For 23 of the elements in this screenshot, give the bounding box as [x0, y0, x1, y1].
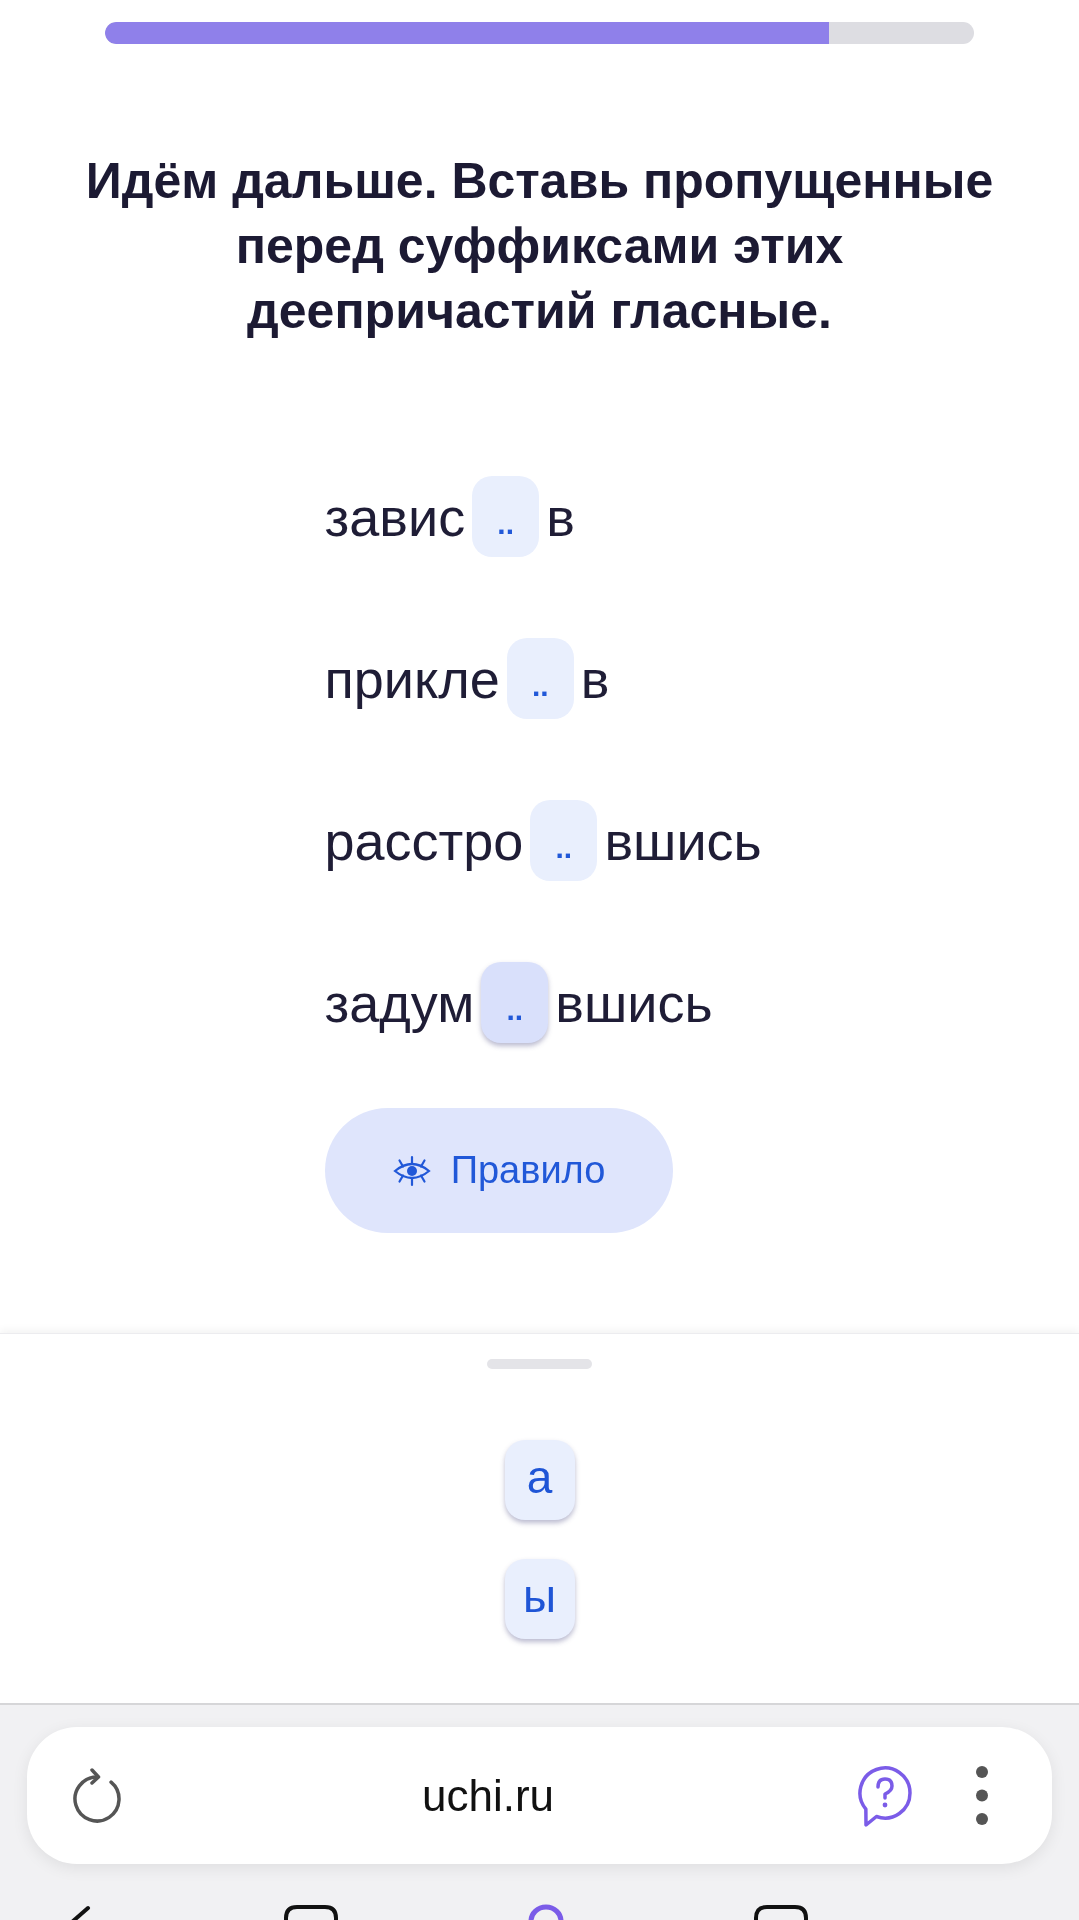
answer-box[interactable]: ..	[506, 638, 574, 719]
eye-icon	[391, 1154, 432, 1187]
answer-box[interactable]: ..	[472, 476, 540, 557]
letter-button[interactable]: а	[504, 1440, 575, 1520]
answer-box[interactable]: ..	[481, 962, 549, 1043]
address-bar[interactable]: uchi.ru	[27, 1727, 1052, 1864]
url-text[interactable]: uchi.ru	[123, 1770, 853, 1821]
rule-button[interactable]: Правило	[324, 1108, 673, 1233]
word-stem: задум	[324, 971, 475, 1035]
word-stem: завис	[324, 485, 466, 549]
word-stem: прикле	[324, 647, 500, 711]
word-ending: в	[546, 485, 575, 549]
menu-icon[interactable]	[975, 1765, 989, 1826]
letter-button[interactable]: ы	[504, 1559, 575, 1639]
answer-box[interactable]: ..	[530, 800, 598, 881]
reload-icon[interactable]	[71, 1766, 123, 1825]
word-ending: вшись	[555, 971, 713, 1035]
task-title: Идём дальше. Вставь пропущенные перед суффиксами этих деепричастий гласные.	[84, 152, 995, 341]
drag-handle[interactable]	[487, 1359, 592, 1369]
word-stem: расстро	[324, 809, 524, 873]
word-ending: вшись	[604, 809, 762, 873]
round-icon[interactable]	[528, 1904, 564, 1920]
word-ending: в	[580, 647, 610, 711]
